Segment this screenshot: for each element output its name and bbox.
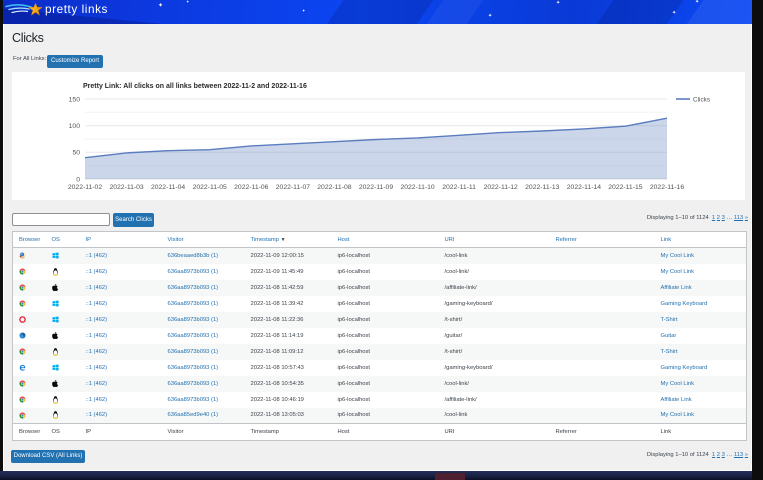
svg-text:2022-11-15: 2022-11-15 [608, 184, 642, 191]
svg-text:2022-11-08: 2022-11-08 [317, 184, 351, 191]
svg-text:2022-11-12: 2022-11-12 [484, 184, 518, 191]
svg-text:2022-11-10: 2022-11-10 [400, 184, 434, 191]
svg-text:Clicks: Clicks [693, 97, 710, 104]
svg-text:2022-11-06: 2022-11-06 [234, 184, 268, 191]
svg-text:2022-11-02: 2022-11-02 [68, 184, 102, 191]
svg-text:2022-11-14: 2022-11-14 [567, 184, 601, 191]
svg-text:0: 0 [76, 176, 80, 183]
svg-text:2022-11-13: 2022-11-13 [525, 184, 559, 191]
svg-text:2022-11-04: 2022-11-04 [151, 184, 185, 191]
svg-text:2022-11-07: 2022-11-07 [276, 184, 310, 191]
svg-text:2022-11-09: 2022-11-09 [359, 184, 393, 191]
svg-text:50: 50 [72, 150, 80, 157]
svg-text:150: 150 [69, 96, 81, 103]
svg-text:2022-11-11: 2022-11-11 [442, 184, 476, 191]
svg-text:Pretty Link: All clicks on all: Pretty Link: All clicks on all links bet… [83, 83, 307, 90]
svg-text:100: 100 [69, 123, 81, 130]
svg-text:2022-11-16: 2022-11-16 [650, 184, 684, 191]
svg-text:2022-11-05: 2022-11-05 [193, 184, 227, 191]
svg-text:2022-11-03: 2022-11-03 [109, 184, 143, 191]
